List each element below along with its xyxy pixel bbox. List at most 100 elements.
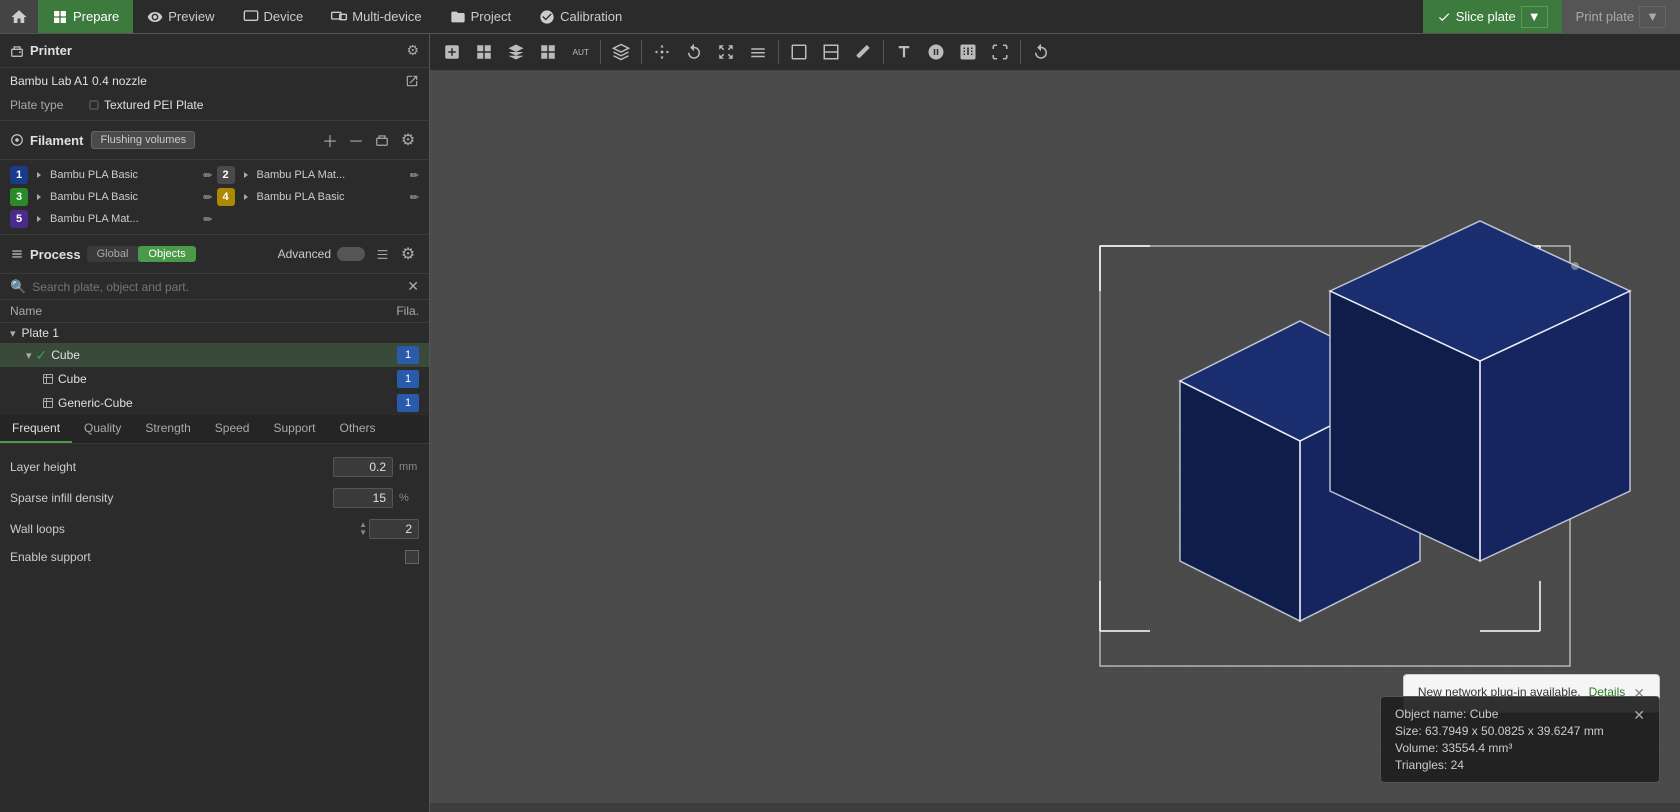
external-link-icon[interactable] (405, 74, 419, 88)
wall-loops-stepper[interactable]: ▲ ▼ (359, 521, 367, 537)
plate-type-value[interactable]: Textured PEI Plate (88, 98, 203, 112)
tree-plate[interactable]: ▾ Plate 1 (0, 323, 429, 343)
filament-edit-3[interactable]: ✏ (203, 191, 212, 204)
nav-calibration[interactable]: Calibration (525, 0, 636, 33)
rotate-button[interactable] (680, 38, 708, 66)
reset-view-button[interactable] (1027, 38, 1055, 66)
layout-button[interactable] (534, 38, 562, 66)
advanced-toggle[interactable] (337, 247, 365, 261)
filament-number-3[interactable]: 3 (10, 188, 28, 206)
nav-prepare[interactable]: Prepare (38, 0, 133, 33)
toolbar-sep-2 (641, 40, 642, 64)
add-shape-button[interactable] (438, 38, 466, 66)
nav-device-label: Device (264, 9, 304, 24)
filament-edit-4[interactable]: ✏ (410, 191, 419, 204)
home-button[interactable] (0, 0, 38, 33)
printer-section-title: Printer (30, 43, 72, 58)
obj-info-close-button[interactable]: ✕ (1633, 707, 1645, 724)
advanced-label: Advanced (278, 247, 331, 261)
viewport-canvas[interactable]: New network plug-in available. Details ✕… (430, 71, 1680, 803)
add-filament-button[interactable]: ＋ (319, 129, 341, 151)
wall-loops-input[interactable] (369, 519, 419, 539)
remove-filament-button[interactable]: － (345, 129, 367, 151)
nav-prepare-label: Prepare (73, 9, 119, 24)
wall-loops-down[interactable]: ▼ (359, 529, 367, 537)
enable-support-checkbox[interactable] (405, 550, 419, 564)
filament-settings-icon[interactable]: ⚙ (397, 129, 419, 151)
wall-loops-row: Wall loops ▲ ▼ (10, 514, 419, 545)
tab-support[interactable]: Support (261, 415, 327, 443)
filament-arrow-3 (34, 192, 44, 202)
tree-cube-child2-label: Generic-Cube (58, 396, 397, 410)
search-input[interactable] (32, 280, 401, 294)
tab-strength[interactable]: Strength (133, 415, 202, 443)
tree-cube-child2[interactable]: Generic-Cube 1 (0, 391, 429, 415)
search-icon: 🔍 (10, 279, 26, 295)
filament-number-1[interactable]: 1 (10, 166, 28, 184)
enable-support-label: Enable support (10, 550, 405, 564)
clear-search-button[interactable]: ✕ (407, 278, 419, 295)
cube-child-icon-1 (42, 373, 54, 385)
toolbar-sep-3 (778, 40, 779, 64)
text-button[interactable] (890, 38, 918, 66)
process-list-icon[interactable] (371, 243, 393, 265)
layers-button[interactable] (607, 38, 635, 66)
filament-number-2[interactable]: 2 (217, 166, 235, 184)
sparse-infill-input[interactable] (333, 488, 393, 508)
nav-preview[interactable]: Preview (133, 0, 228, 33)
tree-cube-child1-label: Cube (58, 372, 397, 386)
settings-tabs: Frequent Quality Strength Speed Support … (0, 415, 429, 444)
nav-project[interactable]: Project (436, 0, 525, 33)
toolbar-extra-1[interactable] (922, 38, 950, 66)
obj-triangles: Triangles: 24 (1395, 758, 1625, 772)
measure-button[interactable] (849, 38, 877, 66)
tree-cube-parent[interactable]: ▾ ✓ Cube 1 (0, 343, 429, 367)
tree-col-name: Name (10, 304, 369, 318)
slice-dropdown-arrow[interactable]: ▼ (1521, 6, 1548, 28)
filament-edit-5[interactable]: ✏ (203, 213, 212, 226)
flushing-volumes-button[interactable]: Flushing volumes (91, 131, 195, 149)
viewport-toolbar: AUTO (430, 34, 1680, 71)
filament-edit-2[interactable]: ✏ (410, 169, 419, 182)
nav-multi-device[interactable]: Multi-device (317, 0, 435, 33)
settings-section: Layer height mm Sparse infill density % … (0, 444, 429, 578)
wall-loops-label: Wall loops (10, 522, 359, 536)
filament-title: Filament (10, 133, 83, 148)
toggle-objects-button[interactable]: Objects (138, 246, 195, 262)
print-plate-button[interactable]: Print plate ▼ (1562, 0, 1680, 33)
toggle-global-button[interactable]: Global (87, 246, 139, 262)
filament-number-4[interactable]: 4 (217, 188, 235, 206)
auto-button[interactable]: AUTO (566, 38, 594, 66)
process-settings-icon[interactable]: ⚙ (397, 243, 419, 265)
printer-section-header: Printer ⚙ (0, 34, 429, 68)
print-dropdown-arrow[interactable]: ▼ (1639, 6, 1666, 28)
resize-button[interactable] (986, 38, 1014, 66)
advanced-row: Advanced (278, 247, 365, 261)
filament-number-5[interactable]: 5 (10, 210, 28, 228)
tree-cube-child1[interactable]: Cube 1 (0, 367, 429, 391)
slice-plate-button[interactable]: Slice plate ▼ (1423, 0, 1562, 33)
ruler-button[interactable] (954, 38, 982, 66)
tab-speed[interactable]: Speed (203, 415, 262, 443)
tree-plate-label: Plate 1 (22, 326, 419, 340)
layer-height-input[interactable] (333, 457, 393, 477)
filament-edit-1[interactable]: ✏ (203, 169, 212, 182)
toolbar-sep-1 (600, 40, 601, 64)
tab-quality[interactable]: Quality (72, 415, 133, 443)
printer-settings-icon[interactable]: ⚙ (406, 42, 419, 59)
orient-button[interactable] (502, 38, 530, 66)
enable-support-value-group (405, 550, 419, 564)
filament-print-icon[interactable] (371, 129, 393, 151)
tab-frequent[interactable]: Frequent (0, 415, 72, 443)
nav-device[interactable]: Device (229, 0, 318, 33)
tab-others[interactable]: Others (328, 415, 388, 443)
scale-button[interactable] (712, 38, 740, 66)
slice-view-button[interactable] (785, 38, 813, 66)
section-button[interactable] (817, 38, 845, 66)
grid-view-button[interactable] (470, 38, 498, 66)
printer-name-row: Bambu Lab A1 0.4 nozzle (0, 68, 429, 94)
flatten-button[interactable] (744, 38, 772, 66)
topbar: Prepare Preview Device Multi-device Proj… (0, 0, 1680, 34)
nav-preview-label: Preview (168, 9, 214, 24)
move-button[interactable] (648, 38, 676, 66)
